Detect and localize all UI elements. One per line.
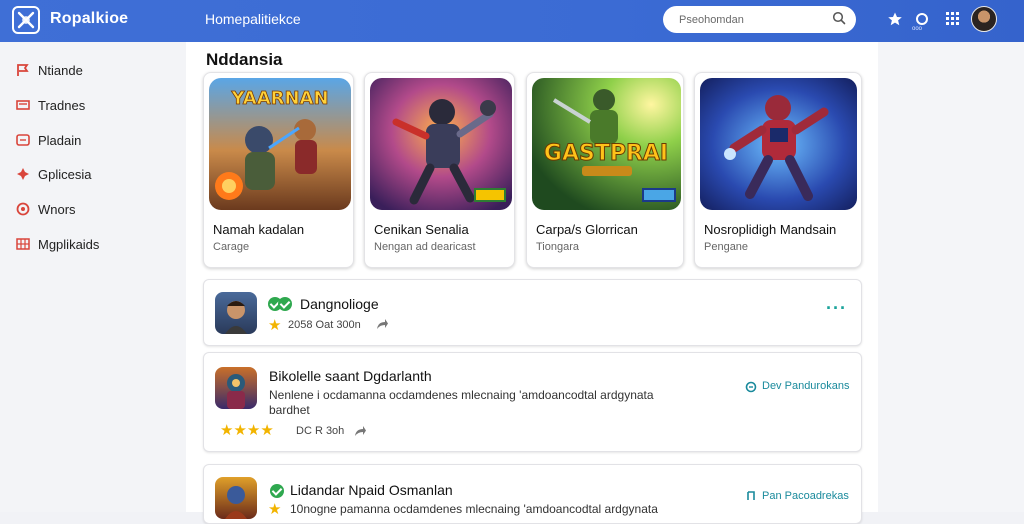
user-avatar[interactable]	[971, 6, 997, 32]
verified-check-icon	[270, 483, 284, 501]
game-art-1: YAARNAN	[209, 78, 351, 210]
rating-star-icon: ★	[268, 317, 282, 334]
row-title: Dangnolioge	[300, 296, 379, 312]
sidebar-item-4[interactable]: Gplicesia	[16, 164, 91, 184]
puzzle-icon	[16, 167, 30, 181]
sidebar-item-5[interactable]: Wnors	[16, 199, 76, 219]
apps-grid-icon[interactable]	[944, 10, 962, 28]
card-subtitle: Pengane	[704, 241, 749, 253]
list-icon	[16, 133, 30, 147]
row-thumbnail	[215, 292, 257, 334]
card-icon	[16, 98, 30, 112]
page-title: Nddansia	[206, 50, 283, 69]
row-description-cont: bardhet	[269, 403, 310, 417]
share-icon[interactable]	[353, 424, 367, 443]
game-art-2	[370, 78, 512, 210]
link-icon	[745, 489, 757, 507]
search-input[interactable]	[677, 10, 821, 30]
notification-sub-label: ooo	[912, 26, 923, 32]
game-card-1[interactable]: YAARNAN Namah kadalan Carage	[203, 72, 354, 268]
card-title: Cenikan Senalia	[374, 222, 469, 237]
app-logo[interactable]	[12, 6, 40, 34]
card-title: Namah kadalan	[213, 222, 305, 237]
sidebar-item-label: Gplicesia	[38, 166, 92, 182]
game-art-title: YAARNAN	[230, 88, 328, 109]
row-description: 10nogne pamanna ocdamdenes mlecnaing 'am…	[290, 502, 658, 516]
flag-icon	[16, 63, 30, 77]
game-art-4	[700, 78, 857, 210]
row-action-link[interactable]: Dev Pandurokans	[762, 380, 849, 392]
card-title: Carpa/s Glorrican	[536, 222, 638, 237]
sidebar-item-label: Pladain	[38, 132, 82, 148]
card-title: Nosroplidigh Mandsain	[704, 222, 837, 237]
top-bar: Ropalkioe Homepalitiekce ooo	[0, 0, 1024, 42]
share-icon[interactable]	[375, 317, 389, 336]
search-icon[interactable]	[832, 11, 846, 30]
circle-icon	[16, 202, 30, 216]
card-subtitle: Nengan ad dearicast	[374, 241, 476, 253]
card-subtitle: Carage	[213, 241, 250, 253]
row-meta: 2058 Oat 300n	[288, 319, 361, 331]
rating-star-icon: ★	[268, 501, 282, 518]
rating-stars: ★★★★	[220, 421, 274, 440]
card-subtitle: Tiongara	[536, 241, 580, 253]
row-action-link[interactable]: Pan Pacoadrekas	[762, 490, 849, 502]
row-description: Nenlene i ocdamanna ocdamdenes mlecnaing…	[269, 388, 654, 402]
game-art-title: GASTPRAI	[544, 141, 668, 166]
list-item[interactable]: Bikolelle saant Dgdarlanth Nenlene i ocd…	[203, 352, 862, 452]
list-item[interactable]: Lidandar Npaid Osmanlan ★ 10nogne pamann…	[203, 464, 862, 524]
row-meta: DC R 3oh	[296, 425, 345, 437]
star-icon: ★	[220, 422, 234, 439]
star-icon[interactable]	[886, 10, 904, 28]
sidebar-item-1[interactable]: Ntiande	[16, 60, 83, 80]
row-thumbnail	[215, 477, 257, 519]
verified-check-icon	[268, 296, 292, 314]
search-bar[interactable]	[663, 6, 856, 33]
sidebar-item-label: Wnors	[38, 201, 76, 217]
section-title: Homepalitiekce	[205, 11, 301, 27]
sidebar-item-label: Ntiande	[38, 62, 83, 78]
row-thumbnail	[215, 367, 257, 409]
link-icon	[745, 380, 757, 398]
row-title: Lidandar Npaid Osmanlan	[290, 482, 453, 498]
sidebar-item-label: Mgplikaids	[38, 236, 100, 252]
game-card-4[interactable]: Nosroplidigh Mandsain Pengane	[694, 72, 862, 268]
sidebar-item-2[interactable]: Tradnes	[16, 95, 85, 115]
right-pane	[878, 42, 1024, 512]
game-card-3[interactable]: GASTPRAI Carpa/s Glorrican Tiongara	[526, 72, 684, 268]
sidebar-item-6[interactable]: Mgplikaids	[16, 234, 99, 254]
star-icon: ★	[260, 422, 274, 439]
list-item[interactable]: Dangnolioge ★ 2058 Oat 300n ···	[203, 279, 862, 346]
star-icon: ★	[233, 422, 247, 439]
sidebar-item-label: Tradnes	[38, 97, 86, 113]
game-art-3: GASTPRAI	[532, 78, 681, 210]
game-card-2[interactable]: Cenikan Senalia Nengan ad dearicast	[364, 72, 515, 268]
row-title: Bikolelle saant Dgdarlanth	[269, 368, 432, 384]
grid-icon	[16, 237, 30, 251]
brand-name: Ropalkioe	[50, 10, 129, 27]
sidebar-item-3[interactable]: Pladain	[16, 130, 81, 150]
more-options-icon[interactable]: ···	[826, 298, 847, 319]
star-icon: ★	[246, 422, 261, 439]
logo-x-icon	[17, 11, 35, 29]
